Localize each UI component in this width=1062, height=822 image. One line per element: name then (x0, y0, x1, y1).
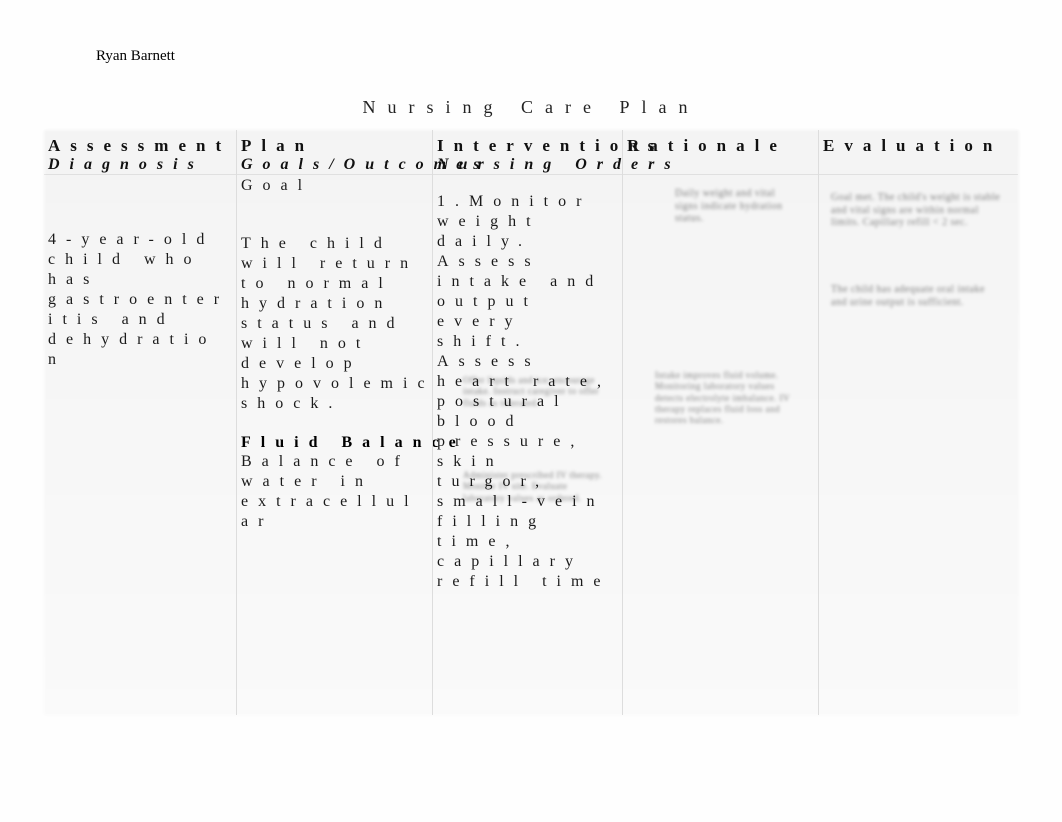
item-number: 1. (437, 193, 469, 210)
header-evaluation: Evaluation (823, 136, 1014, 156)
row-divider (623, 174, 818, 175)
col-plan: Plan Goals/Outcomes Goal The child will … (236, 130, 432, 715)
row-divider (44, 174, 236, 175)
subheader-diagnosis: Diagnosis (48, 156, 232, 174)
rationale-item-2-blurred: Intake improves fluid volume. Monitoring… (653, 368, 803, 428)
goal-text: The child will return to normal hydratio… (241, 234, 428, 414)
table-grid: Assessment Diagnosis 4-year-old child wh… (44, 130, 1019, 715)
header-rationale: Rationale (627, 136, 814, 156)
row-divider (819, 174, 1018, 175)
care-plan-table: Assessment Diagnosis 4-year-old child wh… (44, 130, 1019, 715)
header-interventions: Interventions (437, 136, 618, 156)
col-evaluation: Evaluation Goal met. The child's weight … (818, 130, 1018, 715)
row-divider (433, 174, 622, 175)
header-assessment: Assessment (48, 136, 232, 156)
row-divider (237, 174, 432, 175)
header-plan: Plan (241, 136, 428, 156)
fluid-balance-text: Balance of water in extracellular (241, 452, 428, 532)
intervention-item-3-blurred: Administer prescribed IV therapy. Monito… (461, 468, 611, 506)
col-interventions: Interventions Nursing Orders 1.Monitor w… (432, 130, 622, 715)
page-title: Nursing Care Plan (0, 97, 1062, 118)
goal-label: Goal (241, 176, 428, 196)
evaluation-item-1-blurred: Goal met. The child's weight is stable a… (829, 190, 1009, 232)
intervention-item-2-blurred: Offer liquids and ice; encourage intake.… (461, 373, 611, 411)
rationale-item-1-blurred: Daily weight and vital signs indicate hy… (673, 186, 803, 228)
col-rationale: Rationale Daily weight and vital signs i… (622, 130, 818, 715)
subheader-goals: Goals/Outcomes (241, 156, 428, 174)
author-name: Ryan Barnett (96, 48, 175, 65)
evaluation-item-2-blurred: The child has adequate oral intake and u… (829, 282, 999, 311)
subheader-nursing-orders: Nursing Orders (437, 156, 618, 174)
col-assessment: Assessment Diagnosis 4-year-old child wh… (44, 130, 236, 715)
assessment-body: 4-year-old child who has gastroenteritis… (48, 230, 232, 370)
